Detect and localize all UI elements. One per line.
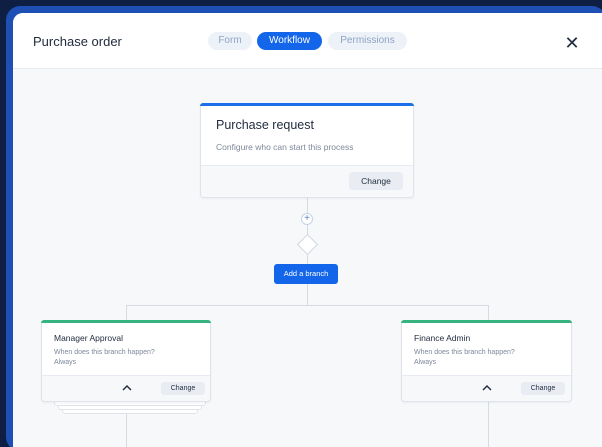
tab-workflow[interactable]: Workflow: [257, 32, 322, 50]
tab-permissions[interactable]: Permissions: [328, 32, 407, 50]
branch-title: Finance Admin: [414, 333, 471, 343]
branch-card-footer: Change: [42, 375, 210, 401]
connector-line: [488, 305, 489, 320]
branch-answer: Always: [414, 359, 437, 366]
tab-form[interactable]: Form: [208, 32, 252, 50]
trigger-card: Purchase request Configure who can start…: [200, 103, 414, 198]
connector-line: [307, 284, 308, 305]
branch-answer: Always: [54, 359, 77, 366]
close-icon[interactable]: ✕: [562, 33, 582, 53]
change-button[interactable]: Change: [521, 382, 565, 395]
card-accent-bar: [200, 103, 414, 106]
chevron-up-icon[interactable]: [120, 381, 134, 395]
card-accent-bar: [401, 320, 572, 323]
connector-line: [488, 402, 489, 447]
change-button[interactable]: Change: [349, 172, 403, 190]
header-bar: Purchase order Form Workflow Permissions…: [13, 13, 602, 69]
chevron-up-icon[interactable]: [480, 381, 494, 395]
add-branch-button[interactable]: Add a branch: [274, 264, 338, 284]
trigger-subtitle: Configure who can start this process: [216, 142, 354, 152]
branch-card-footer: Change: [402, 375, 571, 401]
trigger-title: Purchase request: [216, 118, 314, 132]
trigger-card-footer: Change: [201, 165, 413, 197]
card-accent-bar: [41, 320, 211, 323]
branch-question: When does this branch happen?: [414, 349, 515, 356]
connector-line: [126, 414, 127, 447]
workflow-canvas: Purchase request Configure who can start…: [13, 70, 602, 447]
workflow-window: Purchase order Form Workflow Permissions…: [13, 13, 602, 447]
branch-title: Manager Approval: [54, 333, 123, 343]
add-step-plus-icon[interactable]: +: [301, 213, 313, 225]
condition-diamond-icon: [296, 233, 319, 256]
branch-card-manager-approval: Manager Approval When does this branch h…: [41, 320, 211, 402]
change-button[interactable]: Change: [161, 382, 205, 395]
branch-question: When does this branch happen?: [54, 349, 155, 356]
page-title: Purchase order: [33, 34, 122, 49]
branch-split-line: [126, 305, 489, 306]
branch-card-finance-admin: Finance Admin When does this branch happ…: [401, 320, 572, 402]
connector-line: [126, 305, 127, 320]
